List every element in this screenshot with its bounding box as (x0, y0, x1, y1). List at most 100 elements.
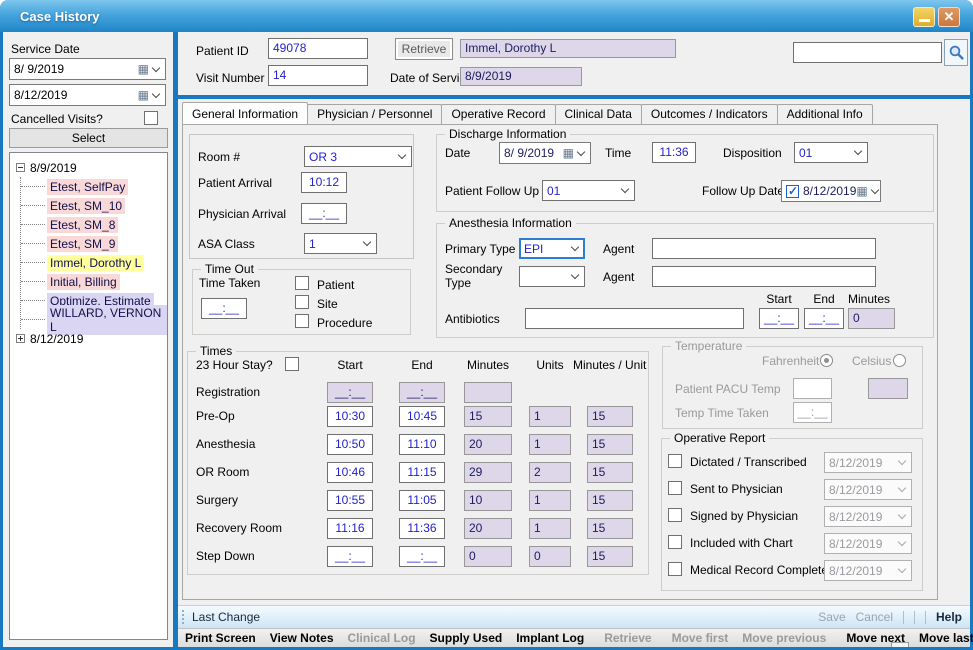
operative-report-checkbox[interactable] (668, 481, 682, 495)
cancelled-visits-checkbox[interactable] (144, 111, 158, 125)
anesthesia-end-input[interactable]: 11:10 (399, 434, 445, 455)
expand-icon[interactable] (16, 334, 25, 343)
time-out-checkbox[interactable] (295, 314, 309, 328)
room-select[interactable]: OR 3 (304, 146, 412, 167)
service-date-to-picker[interactable]: 8/12/2019 ▦ (9, 84, 166, 106)
operative-report-date-select[interactable]: 8/12/2019 (824, 560, 912, 581)
tree-item[interactable]: Etest, SM_10 (21, 196, 167, 215)
antibiotics-input[interactable] (525, 308, 744, 329)
toolbar-move-last-button[interactable]: Move last (912, 631, 973, 645)
chevron-down-icon (571, 271, 579, 279)
surgery-minutes-field: 10 (464, 490, 512, 511)
asa-class-select[interactable]: 1 (304, 233, 377, 254)
discharge-time-input[interactable]: 11:36 (652, 142, 696, 163)
tree-node[interactable]: 8/9/2019 (10, 158, 167, 177)
operative-report-date-select[interactable]: 8/12/2019 (824, 452, 912, 473)
operative-report-date-select[interactable]: 8/12/2019 (824, 533, 912, 554)
tab-general-information[interactable]: General Information (182, 102, 308, 124)
tree-item[interactable]: WILLARD, VERNON L (21, 310, 167, 329)
step-down-start-input[interactable]: __:__ (327, 546, 373, 567)
temp-time-taken-input[interactable]: __:__ (793, 402, 832, 423)
close-button[interactable]: ✕ (938, 7, 960, 27)
tab-additional-info[interactable]: Additional Info (777, 104, 873, 124)
pre-op-end-input[interactable]: 10:45 (399, 406, 445, 427)
chevron-down-icon (363, 238, 371, 246)
step-down-end-input[interactable]: __:__ (399, 546, 445, 567)
tab-operative-record[interactable]: Operative Record (441, 104, 555, 124)
collapse-icon[interactable] (16, 163, 25, 172)
agent1-input[interactable] (652, 238, 876, 259)
primary-type-select[interactable]: EPI (519, 238, 585, 259)
patient-arrival-input[interactable]: 10:12 (301, 172, 347, 193)
operative-report-checkbox[interactable] (668, 454, 682, 468)
toolbar-supply-used-button[interactable]: Supply Used (423, 631, 510, 645)
tree-node[interactable]: 8/12/2019 (10, 329, 167, 348)
tree-item[interactable]: Etest, SM_8 (21, 215, 167, 234)
anesthesia-minutes-field: 20 (464, 434, 512, 455)
operative-report-checkbox[interactable] (668, 535, 682, 549)
visit-number-input[interactable]: 14 (268, 65, 368, 86)
stay-checkbox[interactable] (285, 357, 299, 371)
cancel-button[interactable]: Cancel (856, 610, 893, 624)
tab-outcomes-indicators[interactable]: Outcomes / Indicators (641, 104, 778, 124)
or-room-mpu-field: 15 (587, 462, 633, 483)
operative-report-date-select[interactable]: 8/12/2019 (824, 506, 912, 527)
toolbar-view-notes-button[interactable]: View Notes (263, 631, 341, 645)
operative-report-checkbox[interactable] (668, 508, 682, 522)
fahrenheit-radio[interactable] (820, 354, 833, 367)
time-out-checkbox[interactable] (295, 295, 309, 309)
registration-end-input: __:__ (399, 382, 445, 403)
physician-arrival-input[interactable]: __:__ (301, 203, 347, 224)
save-button[interactable]: Save (818, 610, 845, 624)
antibiotics-start-input[interactable]: __:__ (759, 308, 799, 329)
operative-report-checkbox[interactable] (668, 562, 682, 576)
secondary-type-select[interactable] (519, 266, 585, 287)
help-button[interactable]: Help (936, 610, 962, 624)
time-out-option-label: Patient (317, 278, 354, 292)
discharge-date-picker[interactable]: 8/ 9/2019 ▦ (499, 142, 591, 164)
toolbar-implant-log-button[interactable]: Implant Log (509, 631, 591, 645)
times-row: Anesthesia10:5011:1020115 (188, 434, 648, 455)
minimize-button[interactable] (913, 7, 935, 27)
select-button[interactable]: Select (9, 128, 168, 148)
agent2-input[interactable] (652, 266, 876, 287)
search-button[interactable] (944, 39, 968, 66)
time-out-option-label: Procedure (317, 316, 372, 330)
or-room-end-input[interactable]: 11:15 (399, 462, 445, 483)
surgery-end-input[interactable]: 11:05 (399, 490, 445, 511)
pacu-temp-label: Patient PACU Temp (675, 382, 781, 396)
tree-item[interactable]: Immel, Dorothy L (21, 253, 167, 272)
anesthesia-start-input[interactable]: 10:50 (327, 434, 373, 455)
tree-item[interactable]: Etest, SelfPay (21, 177, 167, 196)
surgery-start-input[interactable]: 10:55 (327, 490, 373, 511)
temp-time-taken-label: Temp Time Taken (675, 406, 769, 420)
antibiotics-end-input[interactable]: __:__ (804, 308, 844, 329)
times-row-label: Step Down (196, 549, 255, 563)
tab-clinical-data[interactable]: Clinical Data (555, 104, 642, 124)
disposition-select[interactable]: 01 (794, 142, 868, 163)
or-room-start-input[interactable]: 10:46 (327, 462, 373, 483)
disposition-label: Disposition (723, 146, 782, 160)
time-taken-input[interactable]: __:__ (201, 298, 247, 319)
time-taken-label: Time Taken (199, 276, 260, 290)
operative-report-date-select[interactable]: 8/12/2019 (824, 479, 912, 500)
recovery-room-start-input[interactable]: 11:16 (327, 518, 373, 539)
patient-id-input[interactable]: 49078 (268, 38, 368, 59)
pacu-temp-input[interactable] (793, 378, 832, 399)
close-icon: ✕ (944, 9, 955, 25)
recovery-room-end-input[interactable]: 11:36 (399, 518, 445, 539)
follow-up-date-checkbox[interactable] (786, 185, 799, 198)
celsius-radio[interactable] (893, 354, 906, 367)
service-date-from-picker[interactable]: 8/ 9/2019 ▦ (9, 58, 166, 80)
follow-up-date-picker[interactable]: 8/12/2019 ▦ (781, 180, 881, 202)
time-out-checkbox[interactable] (295, 276, 309, 290)
tree-item[interactable]: Initial, Billing (21, 272, 167, 291)
toolbar-print-screen-button[interactable]: Print Screen (178, 631, 263, 645)
tab-physician-personnel[interactable]: Physician / Personnel (307, 104, 442, 124)
search-input[interactable] (793, 42, 942, 63)
retrieve-button[interactable]: Retrieve (395, 38, 453, 60)
temperature-title: Temperature (671, 339, 746, 353)
patient-follow-up-select[interactable]: 01 (542, 180, 635, 201)
tree-item[interactable]: Etest, SM_9 (21, 234, 167, 253)
pre-op-start-input[interactable]: 10:30 (327, 406, 373, 427)
